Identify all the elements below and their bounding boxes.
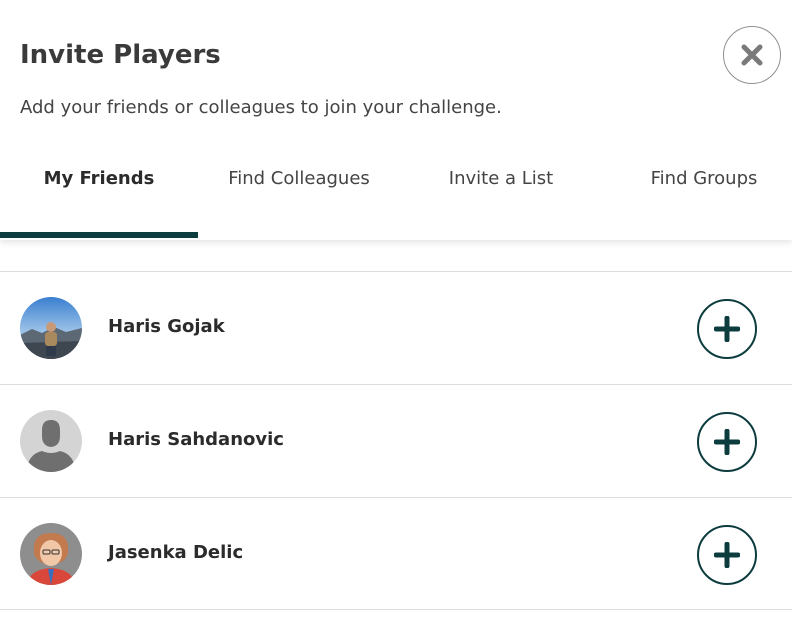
- tab-find-groups[interactable]: Find Groups: [602, 150, 792, 238]
- active-tab-indicator: [0, 232, 198, 238]
- tab-bar: My Friends Find Colleagues Invite a List…: [0, 150, 792, 240]
- avatar: [20, 523, 82, 585]
- plus-icon: [714, 429, 740, 455]
- dialog-header: Invite Players Add your friends or colle…: [0, 0, 792, 240]
- avatar: [20, 410, 82, 472]
- avatar: [20, 297, 82, 359]
- add-friend-button[interactable]: [697, 525, 757, 585]
- plus-icon: [714, 316, 740, 342]
- add-friend-button[interactable]: [697, 412, 757, 472]
- dialog-subtitle: Add your friends or colleagues to join y…: [20, 97, 502, 118]
- close-icon: [741, 44, 763, 66]
- friend-name: Jasenka Delic: [108, 542, 244, 563]
- friend-name: Haris Sahdanovic: [108, 429, 284, 450]
- tab-invite-a-list[interactable]: Invite a List: [400, 150, 602, 238]
- friends-list: Haris Gojak Haris Sahdanovic Jasenka Del…: [0, 271, 792, 610]
- plus-icon: [714, 542, 740, 568]
- list-item: Jasenka Delic: [0, 497, 792, 610]
- list-item: Haris Sahdanovic: [0, 384, 792, 497]
- dialog-title: Invite Players: [20, 40, 221, 70]
- tab-find-colleagues[interactable]: Find Colleagues: [198, 150, 400, 238]
- tab-my-friends[interactable]: My Friends: [0, 150, 198, 238]
- list-item: Haris Gojak: [0, 271, 792, 384]
- add-friend-button[interactable]: [697, 299, 757, 359]
- friend-name: Haris Gojak: [108, 316, 225, 337]
- close-button[interactable]: [723, 26, 781, 84]
